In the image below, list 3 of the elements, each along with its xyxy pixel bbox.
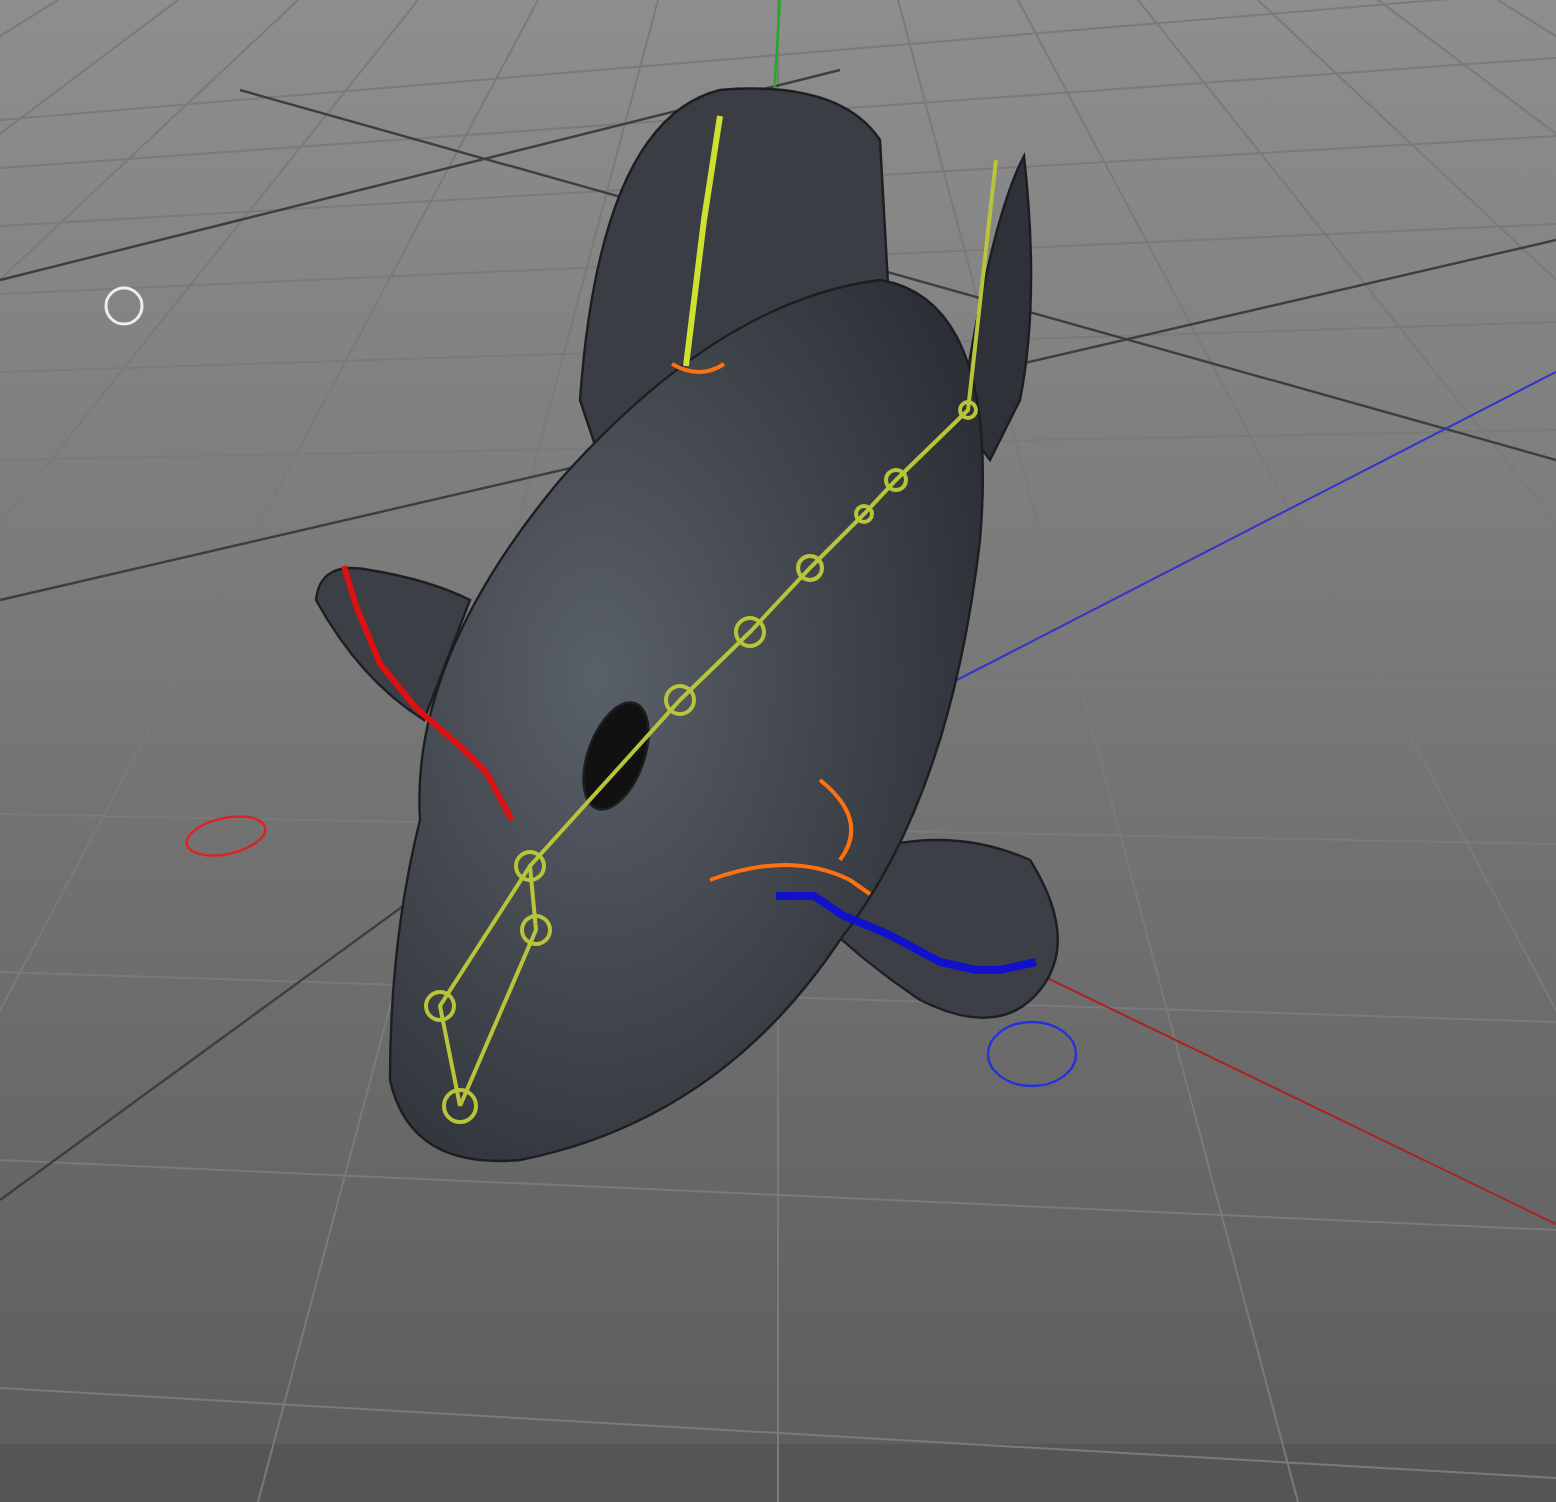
- null-object-circle: [104, 286, 144, 326]
- control-circle: [185, 815, 267, 857]
- control-circle: [986, 1020, 1078, 1088]
